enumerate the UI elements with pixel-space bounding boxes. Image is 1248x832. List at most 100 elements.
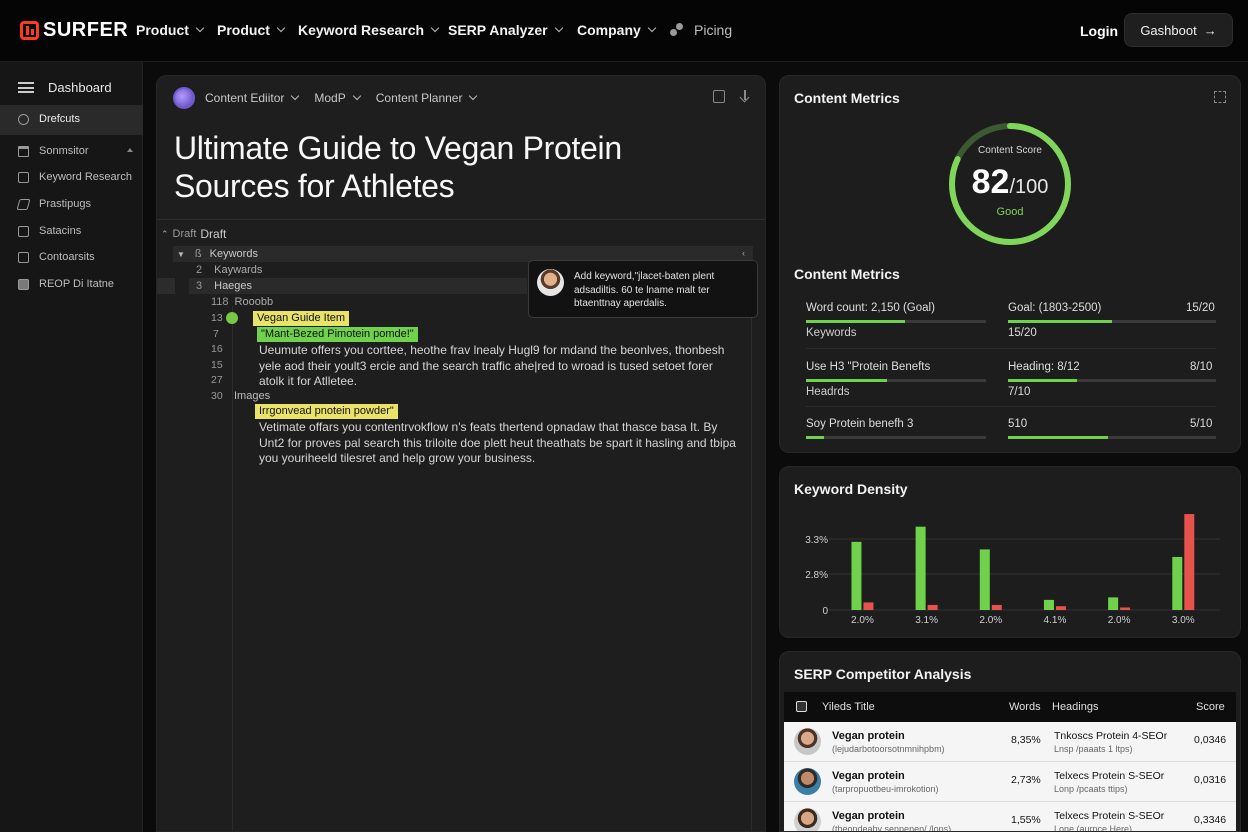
sidebar: Dashboard Drefcuts Sonmsitor Keyword Res… [0, 62, 143, 832]
row-title: Vegan protein [832, 770, 905, 782]
caret-up-icon[interactable] [127, 148, 133, 152]
row-heading-sub: Lonp /pcaats ttips) [1054, 784, 1128, 794]
line-number: 7 [213, 328, 219, 340]
metric-bar [1008, 320, 1216, 323]
chevron-down-icon [276, 23, 286, 33]
score-max: /100 [1009, 176, 1049, 198]
outline-row-label: Haeges [214, 280, 253, 292]
metric-bar-fill [806, 379, 887, 382]
expand-icon[interactable] [1214, 91, 1226, 103]
y-tick-label: 3.3% [805, 535, 828, 546]
nav-keyword-research[interactable]: Keyword Research [298, 22, 440, 38]
share-icon[interactable] [713, 90, 725, 103]
metrics-title: Content Metrics [794, 266, 900, 282]
sidebar-item-label: Drefcuts [39, 113, 80, 125]
outline-row[interactable]: 3 Haeges [196, 278, 252, 294]
outline-row[interactable]: ▼ ß Keywords [177, 246, 258, 262]
download-icon[interactable] [739, 90, 751, 103]
metric-bar [806, 436, 986, 439]
outline-row-label: Rooobb [234, 296, 274, 308]
tooltip-text: Add keyword,"jlacet-baten plent adsadilt… [574, 271, 715, 309]
line-number: 16 [211, 343, 223, 355]
keyword-highlight[interactable]: Vegan Guide Item [253, 311, 350, 326]
sidebar-item-label: Satacins [39, 225, 82, 237]
table-row[interactable]: Vegan protein (lejudarbotoorsotnmnihpbm)… [784, 722, 1236, 762]
row-heading: Tnkoscs Protein 4-SEOr [1054, 730, 1168, 742]
outline-row[interactable]: 118 Rooobb [211, 294, 273, 310]
column-header-title[interactable]: Yileds Title [822, 701, 875, 713]
column-header-score[interactable]: Score [1196, 701, 1225, 713]
select-all-icon[interactable] [796, 701, 807, 712]
chevron-down-icon [430, 23, 440, 33]
table-row[interactable]: Vegan protein (theondeaby senpenen/ /lop… [784, 802, 1236, 831]
content-metrics-panel: Content Metrics Content Score 82/100 Goo… [779, 75, 1241, 453]
table-row[interactable]: Vegan protein (tarpropuotbeu-imrokotion)… [784, 762, 1236, 802]
y-tick-label: 2.8% [805, 570, 828, 581]
density-bar-green [1172, 556, 1183, 610]
tab-content-editor[interactable]: Content Ediitor [205, 91, 300, 105]
chevron-down-icon [554, 23, 563, 33]
row-score: 0,3346 [1194, 814, 1227, 826]
paragraph[interactable]: Ueumute offers you corttee, heothe frav … [259, 343, 739, 390]
login-link[interactable]: Login [1080, 23, 1118, 39]
avatar[interactable] [173, 87, 195, 109]
line-number: 30 [211, 390, 223, 402]
avatar [794, 728, 821, 755]
top-navigation: SURFER Product Product Keyword Research … [0, 0, 1248, 62]
metric-label: Word count: 2,150 (Goal) [806, 302, 935, 314]
nav-product-2[interactable]: Product [217, 22, 286, 38]
metric-bar [806, 379, 986, 382]
nav-pricing[interactable]: Picing [670, 22, 732, 38]
row-score: 0,0316 [1194, 774, 1227, 786]
density-bar-red [927, 604, 938, 610]
tab-label: ModP [314, 91, 346, 105]
list-icon [18, 225, 29, 237]
keyword-highlight[interactable]: Irrgonvead pnotein powder" [255, 404, 398, 419]
home-icon [18, 145, 29, 157]
nav-label: Picing [694, 22, 733, 38]
metric-sublabel: Headrds [806, 386, 850, 398]
nav-serp-analyzer[interactable]: SERP Analyzer [448, 22, 563, 38]
sidebar-item-drefcuts[interactable]: Drefcuts [18, 113, 80, 125]
metric-label: Use H3 "Protein Benefts [806, 361, 931, 373]
scrollbar[interactable] [751, 248, 752, 831]
outline-row-number: ß [194, 248, 202, 260]
tab-modp[interactable]: ModP [314, 91, 361, 105]
nav-company[interactable]: Company [577, 22, 657, 38]
metric-label: Soy Protein benefh 3 [806, 418, 914, 430]
outline-root[interactable]: ⌃ Draft Draft [161, 226, 226, 242]
panel-title: SERP Competitor Analysis [794, 666, 972, 682]
paragraph[interactable]: Vetimate offars you contentrvokflow n's … [259, 420, 739, 467]
surfer-logo[interactable]: SURFER [20, 19, 128, 42]
outline-row[interactable]: 2 Kaywards [196, 262, 262, 278]
dashboard-button[interactable]: Gashboot → [1124, 13, 1233, 47]
collapse-arrow-icon[interactable]: ‹ [742, 248, 745, 258]
gutter-line [232, 306, 233, 831]
sidebar-item-reop[interactable]: REOP Di Itatne [18, 278, 114, 290]
outline-root-label: Draft [200, 227, 227, 241]
document-title[interactable]: Ultimate Guide to Vegan Protein Sources … [174, 129, 714, 205]
star-icon [18, 113, 29, 125]
density-bar-red [1055, 606, 1066, 610]
density-bar-red [1120, 607, 1131, 610]
sidebar-item-prastipugs[interactable]: Prastipugs [16, 198, 91, 210]
sidebar-item-contoarsits[interactable]: Contoarsits [18, 251, 95, 263]
section-label: Images [234, 390, 271, 402]
sidebar-item-keyword-research[interactable]: Keyword Research [18, 171, 132, 183]
column-header-words[interactable]: Words [1009, 701, 1041, 713]
nav-product-1[interactable]: Product [136, 22, 205, 38]
sidebar-item-sonmsitor[interactable]: Sonmsitor [18, 145, 89, 157]
keyword-suggestion-tooltip[interactable]: Add keyword,"jlacet-baten plent adsadilt… [528, 260, 758, 318]
sidebar-item-satacins[interactable]: Satacins [18, 225, 81, 237]
sidebar-item-label: Keyword Research [39, 171, 132, 183]
row-words: 1,55% [1011, 814, 1041, 826]
gauge-label: Content Score [978, 145, 1042, 156]
column-header-headings[interactable]: Headings [1052, 701, 1098, 713]
logo-icon [20, 21, 39, 40]
tab-label: Content Ediitor [205, 91, 285, 105]
sidebar-header[interactable]: Dashboard [18, 80, 112, 95]
tab-content-planner[interactable]: Content Planner [376, 91, 478, 105]
density-bar-red [1184, 514, 1195, 610]
score-number: 82 [971, 163, 1010, 201]
keyword-highlight[interactable]: "Mant-Bezed Pimotein pomde!" [257, 327, 418, 342]
